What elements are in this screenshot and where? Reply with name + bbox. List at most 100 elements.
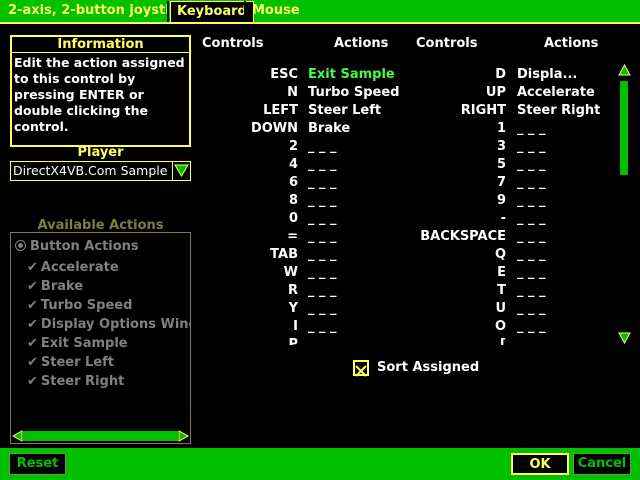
control-key-right[interactable]: BACKSPACE bbox=[386, 229, 506, 244]
control-key-left[interactable]: 4 bbox=[200, 157, 298, 172]
action-cell-right[interactable]: _ _ _ bbox=[517, 157, 546, 172]
available-actions-list[interactable]: Button Actions ✔ Accelerate ✔ Brake ✔ Turbo… bbox=[10, 232, 191, 444]
action-cell-right[interactable]: _ _ _ bbox=[517, 337, 546, 345]
scroll-up-icon[interactable] bbox=[618, 64, 631, 76]
control-key-left[interactable]: 2 bbox=[200, 139, 298, 154]
control-key-left[interactable]: N bbox=[200, 85, 298, 100]
action-cell-left[interactable]: Exit Sample bbox=[308, 67, 395, 82]
scroll-down-icon[interactable] bbox=[618, 332, 631, 344]
control-key-left[interactable]: TAB bbox=[200, 247, 298, 262]
action-cell-right[interactable]: _ _ _ bbox=[517, 283, 546, 298]
action-cell-left[interactable]: _ _ _ bbox=[308, 301, 337, 316]
scroll-left-icon[interactable] bbox=[12, 430, 23, 442]
action-cell-left[interactable]: _ _ _ bbox=[308, 229, 337, 244]
list-item[interactable]: ✔ Exit Sample bbox=[27, 336, 128, 351]
ok-button[interactable]: OK bbox=[511, 453, 569, 475]
control-assignment-list[interactable]: ESC Exit Sample D Displa... N Turbo Speed UP Ac… bbox=[200, 64, 616, 345]
controls-header-left: Controls bbox=[202, 36, 264, 51]
actions-header-right: Actions bbox=[544, 36, 599, 51]
action-cell-left[interactable]: _ _ _ bbox=[308, 193, 337, 208]
scroll-right-icon[interactable] bbox=[178, 430, 189, 442]
information-box: Information Edit the action assigned to … bbox=[10, 35, 191, 147]
action-cell-left[interactable]: Steer Left bbox=[308, 103, 381, 118]
action-cell-left[interactable]: _ _ _ bbox=[308, 319, 337, 334]
list-item[interactable]: ✔ Brake bbox=[27, 279, 83, 294]
action-cell-right[interactable]: _ _ _ bbox=[517, 193, 546, 208]
action-cell-right[interactable]: _ _ _ bbox=[517, 211, 546, 226]
control-key-right[interactable]: UP bbox=[386, 85, 506, 100]
player-label: Player bbox=[77, 145, 124, 160]
control-key-left[interactable]: W bbox=[200, 265, 298, 280]
player-selected-value: DirectX4VB.Com Sample bbox=[13, 163, 168, 178]
action-cell-right[interactable]: Accelerate bbox=[517, 85, 595, 100]
control-key-right[interactable]: D bbox=[386, 67, 506, 82]
horizontal-scrollbar[interactable] bbox=[11, 429, 190, 443]
sort-assigned-checkbox[interactable] bbox=[353, 360, 369, 377]
control-key-left[interactable]: DOWN bbox=[200, 121, 298, 136]
triangle-down-icon bbox=[174, 164, 189, 177]
list-item[interactable]: ✔ Turbo Speed bbox=[27, 298, 132, 313]
cancel-button[interactable]: Cancel bbox=[573, 453, 631, 475]
control-key-left[interactable]: 0 bbox=[200, 211, 298, 226]
tab-keyboard[interactable]: Keyboard bbox=[170, 1, 254, 22]
control-key-right[interactable]: Q bbox=[386, 247, 506, 262]
control-key-right[interactable]: 3 bbox=[386, 139, 506, 154]
action-cell-left[interactable]: _ _ _ bbox=[308, 175, 337, 190]
action-cell-left[interactable]: _ _ _ bbox=[308, 283, 337, 298]
control-key-left[interactable]: 8 bbox=[200, 193, 298, 208]
control-key-left[interactable]: 6 bbox=[200, 175, 298, 190]
scrollbar-thumb[interactable] bbox=[23, 431, 178, 441]
control-key-right[interactable]: 9 bbox=[386, 193, 506, 208]
control-key-left[interactable]: = bbox=[200, 229, 298, 244]
scrollbar-thumb[interactable] bbox=[620, 81, 628, 175]
check-icon: ✔ bbox=[27, 317, 38, 332]
control-key-left[interactable]: Y bbox=[200, 301, 298, 316]
control-key-right[interactable]: [ bbox=[386, 337, 506, 345]
tab-mouse[interactable]: Mouse bbox=[246, 1, 306, 22]
action-cell-left[interactable]: _ _ _ bbox=[308, 247, 337, 262]
reset-button[interactable]: Reset bbox=[9, 453, 66, 475]
vertical-scrollbar[interactable] bbox=[618, 64, 634, 344]
control-key-right[interactable]: U bbox=[386, 301, 506, 316]
action-cell-right[interactable]: Steer Right bbox=[517, 103, 600, 118]
control-key-right[interactable]: 5 bbox=[386, 157, 506, 172]
action-cell-right[interactable]: _ _ _ bbox=[517, 139, 546, 154]
action-cell-right[interactable]: _ _ _ bbox=[517, 175, 546, 190]
control-key-left[interactable]: I bbox=[200, 319, 298, 334]
control-key-right[interactable]: T bbox=[386, 283, 506, 298]
action-cell-left[interactable]: Brake bbox=[308, 121, 350, 136]
action-cell-right[interactable]: _ _ _ bbox=[517, 247, 546, 262]
action-cell-left[interactable]: _ _ _ bbox=[308, 139, 337, 154]
tab-joystick[interactable]: 2-axis, 2-button joystick bbox=[2, 1, 192, 22]
button-actions-group[interactable]: Button Actions bbox=[15, 239, 139, 254]
action-cell-right[interactable]: Displa... bbox=[517, 67, 577, 82]
action-cell-left[interactable]: _ _ _ bbox=[308, 157, 337, 172]
action-cell-left[interactable]: _ _ _ bbox=[308, 211, 337, 226]
list-item[interactable]: ✔Display Options Window bbox=[27, 317, 190, 332]
control-key-right[interactable]: RIGHT bbox=[386, 103, 506, 118]
action-cell-left[interactable]: _ _ _ bbox=[308, 265, 337, 280]
control-key-left[interactable]: ESC bbox=[200, 67, 298, 82]
action-cell-left[interactable]: _ _ _ bbox=[308, 337, 337, 345]
list-item[interactable]: ✔ Steer Right bbox=[27, 374, 124, 389]
control-key-left[interactable]: P bbox=[200, 337, 298, 345]
player-select[interactable]: DirectX4VB.Com Sample bbox=[10, 161, 191, 181]
sort-assigned-label[interactable]: Sort Assigned bbox=[377, 360, 479, 375]
action-cell-right[interactable]: _ _ _ bbox=[517, 229, 546, 244]
control-key-right[interactable]: 7 bbox=[386, 175, 506, 190]
check-icon: ✔ bbox=[27, 355, 38, 370]
check-icon: ✔ bbox=[27, 260, 38, 275]
dropdown-button[interactable] bbox=[172, 162, 190, 180]
control-key-left[interactable]: LEFT bbox=[200, 103, 298, 118]
control-key-left[interactable]: R bbox=[200, 283, 298, 298]
control-key-right[interactable]: - bbox=[386, 211, 506, 226]
control-key-right[interactable]: E bbox=[386, 265, 506, 280]
action-cell-right[interactable]: _ _ _ bbox=[517, 121, 546, 136]
control-key-right[interactable]: O bbox=[386, 319, 506, 334]
list-item[interactable]: ✔ Accelerate bbox=[27, 260, 119, 275]
control-key-right[interactable]: 1 bbox=[386, 121, 506, 136]
list-item[interactable]: ✔ Steer Left bbox=[27, 355, 114, 370]
action-cell-right[interactable]: _ _ _ bbox=[517, 319, 546, 334]
action-cell-right[interactable]: _ _ _ bbox=[517, 301, 546, 316]
action-cell-right[interactable]: _ _ _ bbox=[517, 265, 546, 280]
